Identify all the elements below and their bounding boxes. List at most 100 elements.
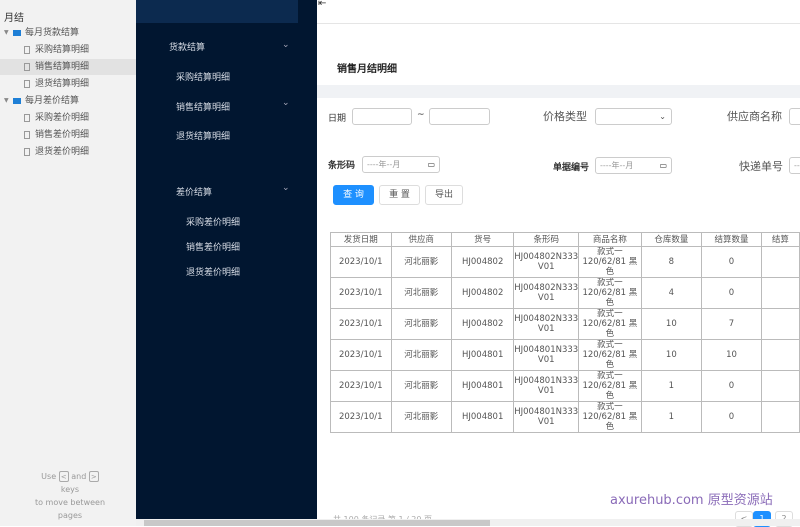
chevron-down-icon[interactable]: ⌄ <box>282 98 290 108</box>
barcode-input[interactable]: ----年--月 ▭ <box>362 156 440 173</box>
folder-icon <box>13 98 21 104</box>
table-cell: 2023/10/1 <box>330 339 392 371</box>
nav-item[interactable]: 采购差价明细 <box>186 215 240 228</box>
column-header: 供应商 <box>390 232 453 247</box>
tree-folder[interactable]: ▼ 每月差价结算 <box>0 93 136 109</box>
hint-text: Use <box>41 472 57 481</box>
table-row: 2023/10/1 河北丽影 HJ004801 HJ004801N333 V01 款式一… <box>330 339 800 371</box>
table-cell: HJ004801 <box>451 339 515 371</box>
hint-text: keys <box>60 485 80 494</box>
expand-triangle-icon[interactable]: ▼ <box>4 93 9 109</box>
table-cell: HJ004802 <box>451 308 515 340</box>
page-icon <box>24 63 30 71</box>
table-cell: 河北丽影 <box>390 370 453 402</box>
table-cell <box>760 401 800 433</box>
express-input[interactable]: -- <box>789 157 800 174</box>
supplier-label: 供应商名称 <box>727 110 782 123</box>
table-row: 2023/10/1 河北丽影 HJ004802 HJ004802N333 V01 款式一… <box>330 246 800 278</box>
tree-label: 销售结算明细 <box>35 62 90 72</box>
table-cell: 10 <box>640 308 703 340</box>
tree-label: 退货结算明细 <box>35 79 90 89</box>
watermark: axurehub.com 原型资源站 <box>610 493 773 508</box>
doc-no-label: 单据编号 <box>553 163 590 173</box>
hint-text: pages <box>57 511 83 520</box>
side-nav: 货款结算 ⌄ 采购结算明细 销售结算明细 ⌄ 退货结算明细 差价结算 ⌄ 采购差… <box>136 0 317 519</box>
tree-label: 采购差价明细 <box>35 113 90 123</box>
table-cell: 2023/10/1 <box>330 308 392 340</box>
expand-triangle-icon[interactable]: ▼ <box>4 25 9 41</box>
divider-band <box>317 85 800 98</box>
page-icon <box>24 114 30 122</box>
scrollbar-thumb[interactable] <box>144 520 490 526</box>
nav-group-payment[interactable]: 货款结算 <box>169 40 205 53</box>
column-header: 发货日期 <box>330 232 392 247</box>
tree-page[interactable]: 销售结算明细 <box>0 59 136 75</box>
tree-label: 每月差价结算 <box>25 96 80 106</box>
page-title: 销售月结明细 <box>337 64 397 75</box>
table-cell: 2023/10/1 <box>330 277 392 309</box>
price-type-label: 价格类型 <box>543 110 587 123</box>
page-icon <box>24 80 30 88</box>
express-label: 快递单号 <box>739 160 783 173</box>
nav-logo-area <box>136 0 298 23</box>
doc-no-input[interactable]: ----年--月 ▭ <box>595 157 672 174</box>
table-cell: 河北丽影 <box>390 401 453 433</box>
nav-item[interactable]: 退货差价明细 <box>186 265 240 278</box>
reset-button[interactable]: 重 置 <box>379 185 420 205</box>
page-tree-panel: 月结 ▼ 每月货款结算 采购结算明细销售结算明细 退货结算明细 ▼ 每月差价结算采购差价明… <box>0 0 136 526</box>
folder-icon <box>13 30 21 36</box>
table-cell: HJ004801 <box>451 401 515 433</box>
tree-page[interactable]: 销售差价明细 <box>0 127 136 143</box>
table-row: 2023/10/1 河北丽影 HJ004801 HJ004801N333 V01 款式一… <box>330 370 800 402</box>
nav-group-price-diff[interactable]: 差价结算 <box>176 185 212 198</box>
tree-page[interactable]: 采购差价明细 <box>0 110 136 126</box>
query-button[interactable]: 查 询 <box>333 185 374 205</box>
tree-folder[interactable]: ▼ 每月货款结算 <box>0 25 136 41</box>
chevron-down-icon[interactable]: ⌄ <box>282 40 290 50</box>
table-cell: 10 <box>640 339 703 371</box>
price-type-select[interactable]: ⌄ <box>595 108 672 125</box>
table-cell: 款式一 120/62/81 黑色 <box>578 246 642 278</box>
tree-page[interactable]: 采购结算明细 <box>0 42 136 58</box>
calendar-icon[interactable]: ▭ <box>427 157 435 172</box>
table-cell: 0 <box>701 277 762 309</box>
column-header: 商品名称 <box>578 232 642 247</box>
next-key-icon: > <box>88 471 99 482</box>
tree-page[interactable]: 退货结算明细 <box>0 76 136 92</box>
table-cell: 款式一 120/62/81 黑色 <box>578 370 642 402</box>
column-header: 条形码 <box>513 232 580 247</box>
main-content: ⇤ 销售月结明细 日期 ~ 价格类型 ⌄ 供应商名称 条形码 ----年--月 ▭… <box>317 0 800 527</box>
table-cell <box>760 339 800 371</box>
date-end-input[interactable] <box>429 108 490 125</box>
table-cell: HJ004801N333 V01 <box>513 370 580 402</box>
column-header: 仓库数量 <box>640 232 703 247</box>
table-cell <box>760 277 800 309</box>
menu-collapse-icon[interactable]: ⇤ <box>318 0 326 9</box>
export-button[interactable]: 导出 <box>425 185 463 205</box>
nav-item[interactable]: 退货结算明细 <box>176 129 230 142</box>
table-cell: 1 <box>640 370 703 402</box>
date-start-input[interactable] <box>352 108 412 125</box>
chevron-down-icon[interactable]: ⌄ <box>282 183 290 193</box>
table-cell <box>760 246 800 278</box>
table-cell: 0 <box>701 401 762 433</box>
horizontal-scrollbar[interactable] <box>136 519 800 526</box>
supplier-input[interactable] <box>789 108 800 125</box>
table-cell <box>760 308 800 340</box>
page-icon <box>24 148 30 156</box>
prev-key-icon: < <box>58 471 69 482</box>
page-icon <box>24 131 30 139</box>
calendar-icon[interactable]: ▭ <box>659 158 667 173</box>
nav-item[interactable]: 采购结算明细 <box>176 70 230 83</box>
hint-text: and <box>71 472 87 481</box>
settlement-table: 发货日期 供应商 货号 条形码 商品名称 仓库数量 结算数量 结算 2023/10/1 河北丽影… <box>330 232 800 433</box>
tree-title: 月结 <box>4 13 24 24</box>
tree-page[interactable]: 退货差价明细 <box>0 144 136 160</box>
nav-item[interactable]: 销售结算明细 <box>176 100 230 113</box>
table-cell: 款式一 120/62/81 黑色 <box>578 401 642 433</box>
chevron-down-icon: ⌄ <box>659 112 666 121</box>
table-cell: 10 <box>701 339 762 371</box>
doc-no-placeholder: ----年--月 <box>600 161 634 170</box>
nav-item[interactable]: 销售差价明细 <box>186 240 240 253</box>
divider <box>317 23 800 24</box>
